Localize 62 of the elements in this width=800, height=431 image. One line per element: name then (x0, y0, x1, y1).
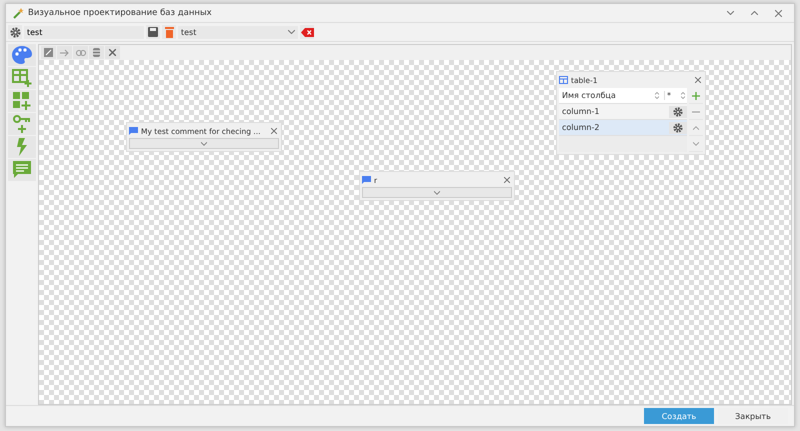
close-icon (109, 49, 116, 56)
column-name: column-1 (561, 107, 600, 116)
close-icon (695, 77, 701, 83)
table-icon (559, 76, 568, 84)
clear-icon (300, 28, 314, 36)
chevron-down-icon (693, 142, 699, 146)
table-add-icon (12, 69, 32, 87)
floppy-icon (148, 27, 158, 37)
settings-button[interactable] (669, 122, 687, 134)
close-button[interactable] (269, 128, 279, 134)
save-button[interactable] (146, 25, 160, 39)
comment-icon (129, 127, 138, 135)
bolt-tool-button[interactable] (8, 136, 36, 158)
database-tool-button[interactable] (89, 46, 104, 59)
trash-icon (164, 26, 174, 38)
close-icon (774, 10, 782, 16)
link-tool-button[interactable] (73, 46, 88, 59)
chevron-down-icon (726, 11, 734, 15)
group-tool-button[interactable] (8, 90, 36, 112)
chevron-down-icon (434, 190, 440, 194)
chevron-up-icon (693, 126, 699, 130)
table-tool-button[interactable] (8, 67, 36, 89)
key-add-icon (13, 115, 31, 133)
window-title: Визуальное проектирование баз данных (28, 8, 213, 18)
settings-button[interactable] (8, 25, 22, 39)
minus-icon (692, 110, 700, 112)
close-button[interactable] (693, 77, 703, 83)
chevron-down-icon (288, 30, 295, 34)
key-tool-button[interactable] (8, 113, 36, 135)
gear-icon (10, 26, 20, 38)
column-row[interactable]: column-1 (559, 104, 687, 120)
close-button[interactable] (502, 177, 512, 183)
name-field[interactable]: test (24, 26, 144, 38)
column-name: column-2 (561, 123, 600, 132)
comment-tool-button[interactable] (8, 159, 36, 181)
column-header[interactable]: Имя столбца (559, 91, 662, 100)
column-row[interactable]: column-2 (559, 120, 687, 136)
close-icon (271, 128, 277, 134)
schema-dropdown[interactable]: test (178, 26, 298, 38)
lightning-icon (16, 138, 28, 156)
sort-icon (681, 92, 685, 99)
close-icon (504, 177, 510, 183)
plus-icon (692, 92, 700, 100)
edit-icon (44, 48, 53, 57)
palette-tool-button[interactable] (8, 44, 36, 66)
arrow-icon (60, 48, 69, 56)
link-icon (76, 50, 86, 56)
chevron-up-icon (750, 11, 758, 15)
remove-button[interactable] (300, 25, 314, 39)
palette-icon (12, 46, 32, 64)
chevron-down-icon (201, 142, 207, 146)
arrow-tool-button[interactable] (57, 46, 72, 59)
wand-icon (12, 7, 24, 19)
database-icon (93, 48, 100, 57)
column-header[interactable]: * (664, 91, 687, 100)
comment-icon (362, 176, 371, 184)
grid-add-icon (13, 92, 31, 110)
close-tool-button[interactable] (105, 46, 120, 59)
comment-icon (13, 161, 31, 179)
sort-icon (655, 92, 659, 99)
edit-tool-button[interactable] (41, 46, 56, 59)
settings-button[interactable] (669, 106, 687, 118)
